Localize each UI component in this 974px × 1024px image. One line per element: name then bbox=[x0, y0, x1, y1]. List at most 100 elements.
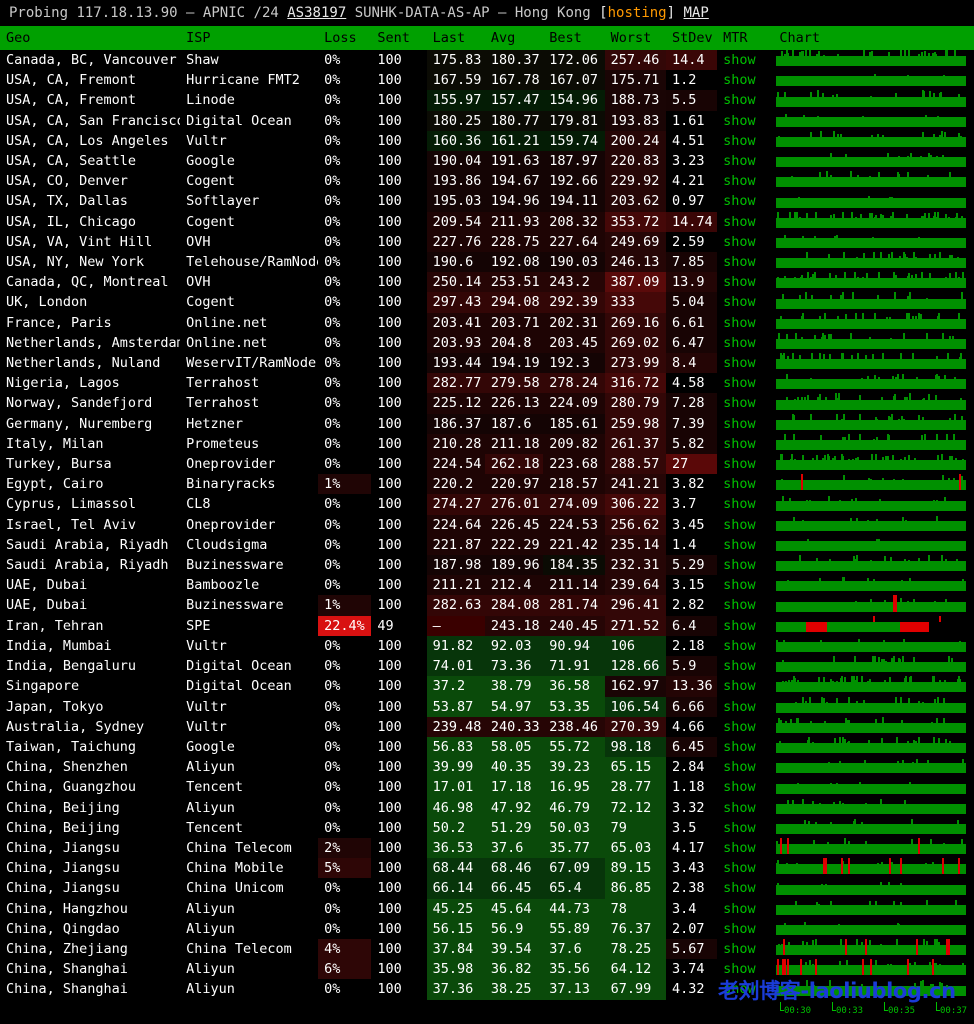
mtr-show-link[interactable]: show bbox=[717, 757, 773, 777]
mtr-show-link[interactable]: show bbox=[717, 697, 773, 717]
mtr-show-link[interactable]: show bbox=[717, 575, 773, 595]
cell-chart-sparkline[interactable] bbox=[773, 797, 974, 818]
cell-chart-sparkline[interactable] bbox=[773, 918, 974, 939]
mtr-show-link[interactable]: show bbox=[717, 292, 773, 312]
cell-chart-sparkline[interactable] bbox=[773, 292, 974, 313]
column-header-loss[interactable]: Loss bbox=[318, 26, 372, 50]
mtr-show-link[interactable]: show bbox=[717, 595, 773, 615]
mtr-show-link[interactable]: show bbox=[717, 252, 773, 272]
cell-chart-sparkline[interactable] bbox=[773, 696, 974, 717]
mtr-show-link[interactable]: show bbox=[717, 535, 773, 555]
cell-chart-sparkline[interactable] bbox=[773, 171, 974, 192]
cell-chart-sparkline[interactable] bbox=[773, 615, 974, 636]
mtr-show-link[interactable]: show bbox=[717, 656, 773, 676]
mtr-show-link[interactable]: show bbox=[717, 232, 773, 252]
cell-chart-sparkline[interactable] bbox=[773, 70, 974, 91]
cell-chart-sparkline[interactable] bbox=[773, 191, 974, 212]
cell-chart-sparkline[interactable] bbox=[773, 353, 974, 374]
asn-link[interactable]: AS38197 bbox=[287, 5, 346, 21]
cell-chart-sparkline[interactable] bbox=[773, 130, 974, 151]
column-header-isp[interactable]: ISP bbox=[180, 26, 319, 50]
cell-chart-sparkline[interactable] bbox=[773, 878, 974, 899]
cell-chart-sparkline[interactable] bbox=[773, 433, 974, 455]
mtr-show-link[interactable]: show bbox=[717, 777, 773, 797]
cell-chart-sparkline[interactable] bbox=[773, 858, 974, 879]
mtr-show-link[interactable]: show bbox=[717, 454, 773, 474]
mtr-show-link[interactable]: show bbox=[717, 212, 773, 232]
cell-chart-sparkline[interactable] bbox=[773, 494, 974, 515]
mtr-show-link[interactable]: show bbox=[717, 494, 773, 514]
mtr-show-link[interactable]: show bbox=[717, 878, 773, 898]
column-header-stdev[interactable]: StDev bbox=[665, 26, 718, 50]
mtr-show-link[interactable]: show bbox=[717, 737, 773, 757]
mtr-show-link[interactable]: show bbox=[717, 353, 773, 373]
mtr-show-link[interactable]: show bbox=[717, 474, 773, 494]
mtr-show-link[interactable]: show bbox=[717, 171, 773, 191]
cell-chart-sparkline[interactable] bbox=[773, 252, 974, 273]
mtr-show-link[interactable]: show bbox=[717, 636, 773, 656]
cell-chart-sparkline[interactable] bbox=[773, 777, 974, 798]
mtr-show-link[interactable]: show bbox=[717, 70, 773, 90]
cell-chart-sparkline[interactable] bbox=[773, 676, 974, 697]
mtr-show-link[interactable]: show bbox=[717, 414, 773, 434]
cell-chart-sparkline[interactable] bbox=[773, 373, 974, 394]
column-header-best[interactable]: Best bbox=[543, 26, 605, 50]
cell-chart-sparkline[interactable] bbox=[773, 656, 974, 677]
cell-chart-sparkline[interactable] bbox=[773, 413, 974, 434]
mtr-show-link[interactable]: show bbox=[717, 818, 773, 838]
mtr-show-link[interactable]: show bbox=[717, 959, 773, 979]
cell-chart-sparkline[interactable] bbox=[773, 151, 974, 172]
cell-chart-sparkline[interactable] bbox=[773, 555, 974, 576]
mtr-show-link[interactable]: show bbox=[717, 899, 773, 919]
cell-chart-sparkline[interactable] bbox=[773, 716, 974, 737]
mtr-show-link[interactable]: show bbox=[717, 555, 773, 575]
column-header-last[interactable]: Last bbox=[426, 26, 485, 50]
mtr-show-link[interactable]: show bbox=[717, 979, 773, 999]
mtr-show-link[interactable]: show bbox=[717, 434, 773, 454]
column-header-chart[interactable]: Chart bbox=[773, 26, 974, 50]
cell-chart-sparkline[interactable] bbox=[773, 979, 974, 1000]
cell-chart-sparkline[interactable] bbox=[773, 474, 974, 495]
mtr-show-link[interactable]: show bbox=[717, 131, 773, 151]
cell-chart-sparkline[interactable] bbox=[773, 211, 974, 232]
cell-chart-sparkline[interactable] bbox=[773, 898, 974, 919]
cell-chart-sparkline[interactable] bbox=[773, 393, 974, 414]
column-header-worst[interactable]: Worst bbox=[604, 26, 666, 50]
cell-chart-sparkline[interactable] bbox=[773, 110, 974, 131]
column-header-mtr[interactable]: MTR bbox=[717, 26, 774, 50]
cell-chart-sparkline[interactable] bbox=[773, 938, 974, 960]
mtr-show-link[interactable]: show bbox=[717, 858, 773, 878]
mtr-show-link[interactable]: show bbox=[717, 313, 773, 333]
cell-chart-sparkline[interactable] bbox=[773, 90, 974, 111]
mtr-show-link[interactable]: show bbox=[717, 272, 773, 292]
cell-chart-sparkline[interactable] bbox=[773, 534, 974, 556]
cell-chart-sparkline[interactable] bbox=[773, 959, 974, 980]
mtr-show-link[interactable]: show bbox=[717, 191, 773, 211]
cell-chart-sparkline[interactable] bbox=[773, 635, 974, 657]
map-link[interactable]: MAP bbox=[684, 5, 709, 21]
cell-chart-sparkline[interactable] bbox=[773, 332, 974, 354]
cell-chart-sparkline[interactable] bbox=[773, 272, 974, 293]
cell-chart-sparkline[interactable] bbox=[773, 575, 974, 596]
cell-chart-sparkline[interactable] bbox=[773, 837, 974, 859]
mtr-show-link[interactable]: show bbox=[717, 939, 773, 959]
cell-chart-sparkline[interactable] bbox=[773, 736, 974, 758]
mtr-show-link[interactable]: show bbox=[717, 393, 773, 413]
mtr-show-link[interactable]: show bbox=[717, 515, 773, 535]
mtr-show-link[interactable]: show bbox=[717, 333, 773, 353]
mtr-show-link[interactable]: show bbox=[717, 919, 773, 939]
mtr-show-link[interactable]: show bbox=[717, 616, 773, 636]
cell-chart-sparkline[interactable] bbox=[773, 514, 974, 535]
mtr-show-link[interactable]: show bbox=[717, 151, 773, 171]
mtr-show-link[interactable]: show bbox=[717, 90, 773, 110]
mtr-show-link[interactable]: show bbox=[717, 50, 773, 70]
mtr-show-link[interactable]: show bbox=[717, 717, 773, 737]
cell-chart-sparkline[interactable] bbox=[773, 50, 974, 71]
mtr-show-link[interactable]: show bbox=[717, 373, 773, 393]
column-header-geo[interactable]: Geo bbox=[0, 26, 181, 50]
cell-chart-sparkline[interactable] bbox=[773, 312, 974, 333]
column-header-sent[interactable]: Sent bbox=[371, 26, 427, 50]
column-header-avg[interactable]: Avg bbox=[484, 26, 544, 50]
mtr-show-link[interactable]: show bbox=[717, 111, 773, 131]
cell-chart-sparkline[interactable] bbox=[773, 231, 974, 253]
